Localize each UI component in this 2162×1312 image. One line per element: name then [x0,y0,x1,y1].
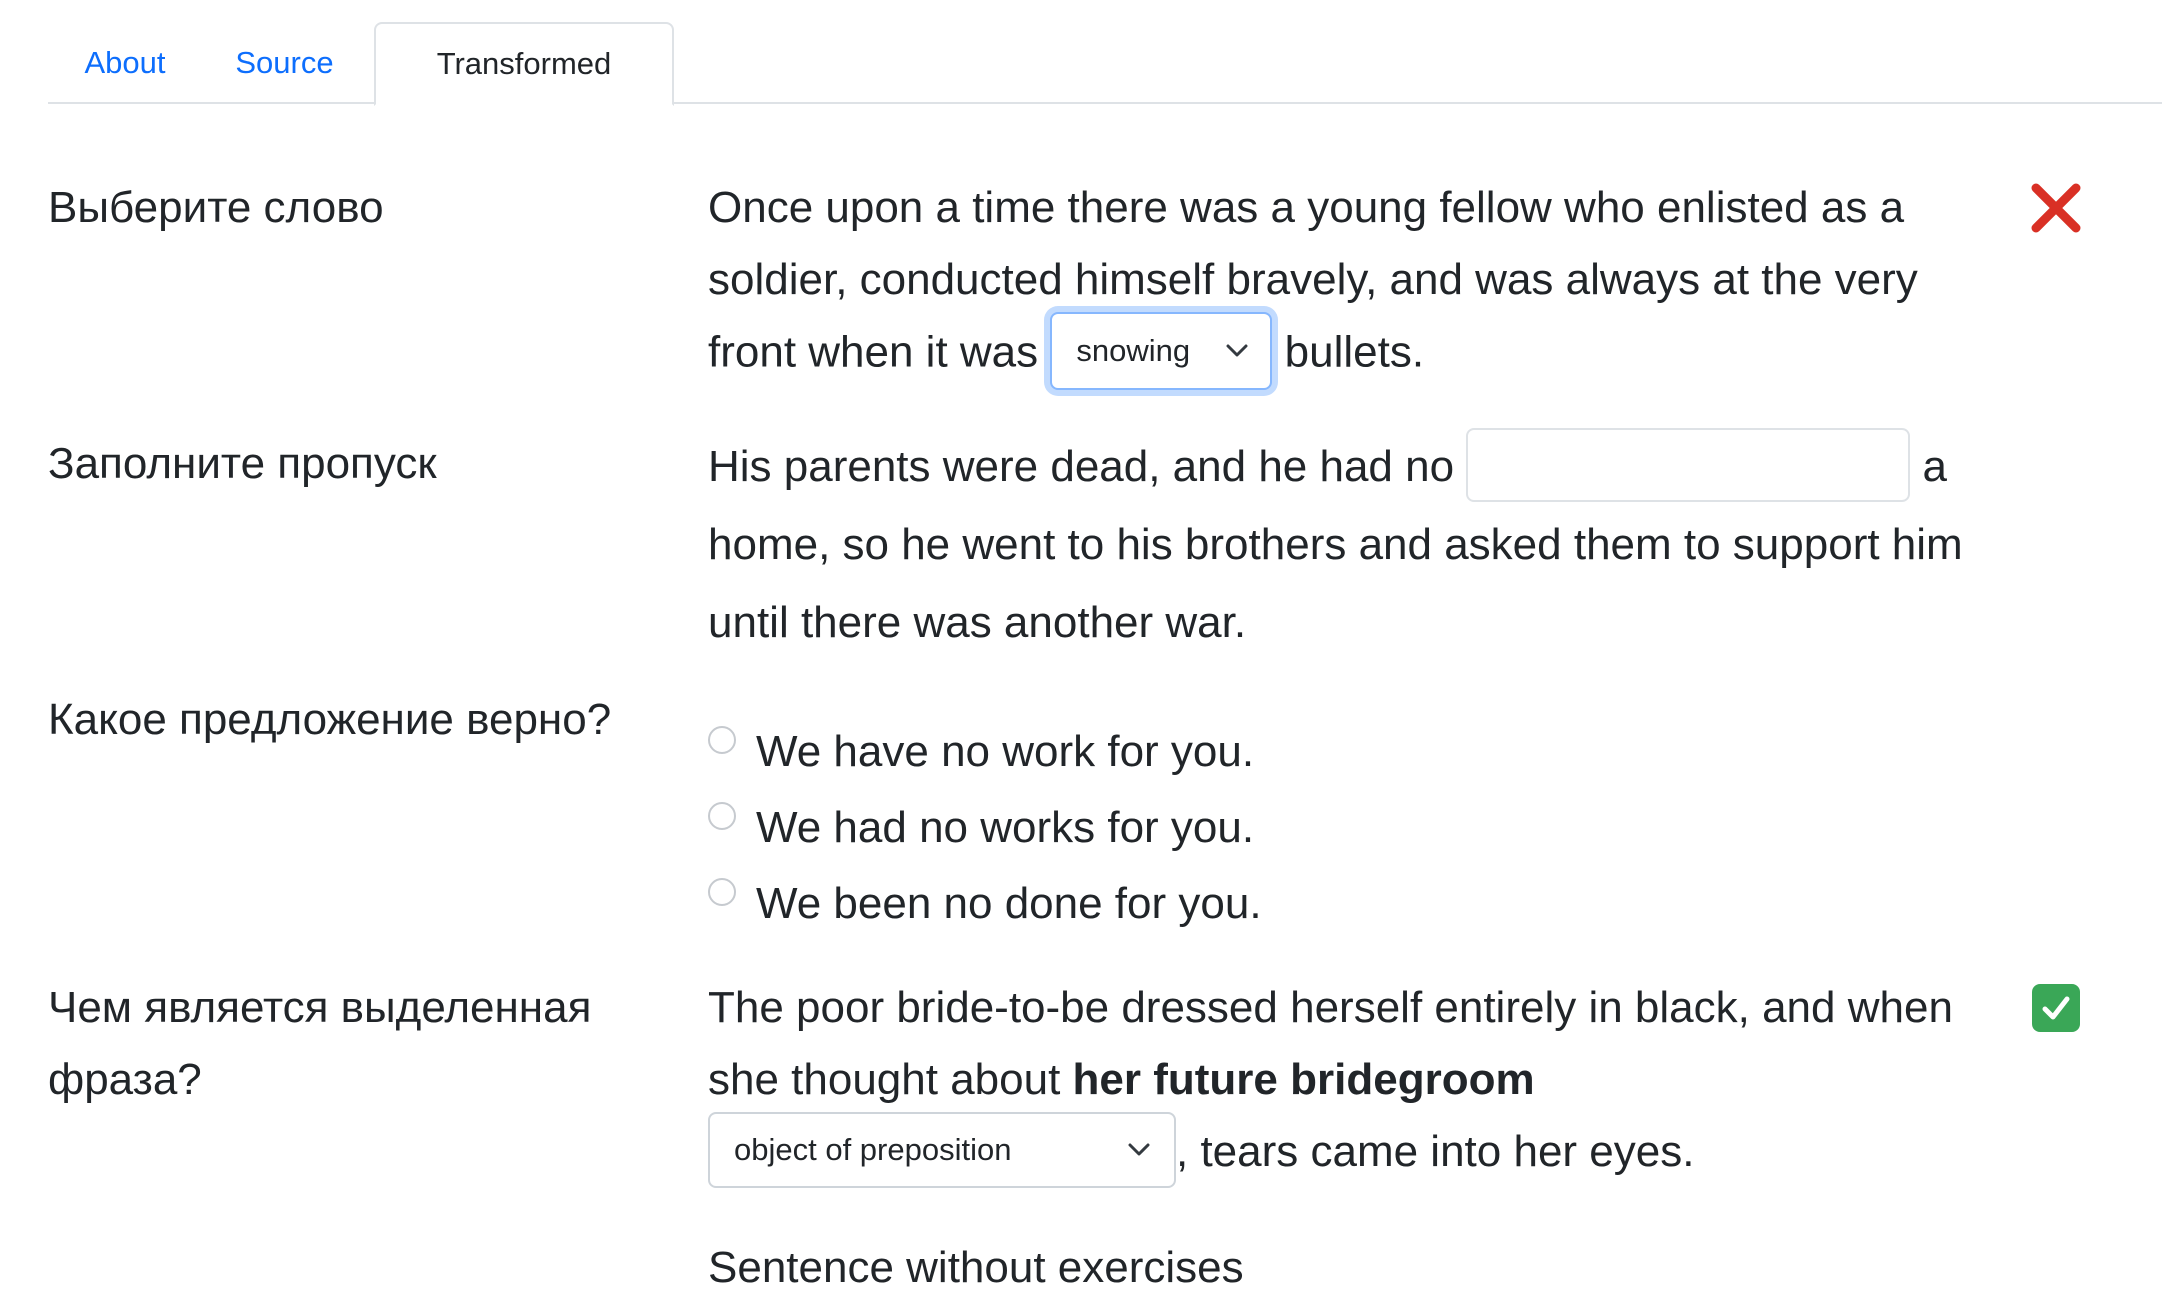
tab-bar: About Source Transformed [48,22,2162,106]
exercise-label-fill-blank: Заполните пропуск [48,439,437,488]
exercise-text-highlighted-phrase: The poor bride-to-be dressed herself ent… [708,972,1998,1192]
radio-option[interactable]: We had no works for you. [708,792,1254,864]
exercise-text-choose-word: Once upon a time there was a young fello… [708,172,1998,394]
section-heading: Sentence without exercises [708,1243,1244,1292]
tab-source[interactable]: Source [202,22,367,104]
cross-icon [2030,182,2082,234]
exercise-label-correct-sentence: Какое предложение верно? [48,695,612,744]
tab-about[interactable]: About [48,22,202,104]
radio-button[interactable] [708,802,736,830]
check-mark-icon [2030,982,2082,1034]
sentence-part: , tears came into her eyes. [1176,1127,1695,1176]
exercise-text-fill-blank: His parents were dead, and he had no a h… [708,428,1998,662]
radio-option[interactable]: We have no work for you. [708,716,1254,788]
phrase-role-select[interactable]: object of preposition [708,1112,1176,1189]
sentence-part: His parents were dead, and he had no [708,442,1455,491]
word-select-value: snowing [1076,333,1191,368]
radio-option-label: We have no work for you. [756,727,1255,776]
blank-input[interactable] [1466,428,1911,503]
sentence-part: bullets. [1284,327,1425,377]
radio-button[interactable] [708,878,736,906]
exercise-label-highlighted-phrase: Чем является выделенная фраза? [48,983,592,1104]
tab-transformed[interactable]: Transformed [374,22,674,106]
chevron-down-icon [1226,344,1248,357]
radio-option[interactable]: We been no done for you. [708,868,1262,940]
word-select[interactable]: snowing [1050,312,1273,390]
highlighted-phrase: her future bridegroom [1072,1055,1535,1104]
radio-button[interactable] [708,726,736,754]
chevron-down-icon [1128,1143,1150,1156]
exercise-label-choose-word: Выберите слово [48,183,384,232]
phrase-role-select-value: object of preposition [734,1132,1012,1168]
radio-option-label: We had no works for you. [756,803,1255,852]
radio-option-label: We been no done for you. [756,879,1262,928]
